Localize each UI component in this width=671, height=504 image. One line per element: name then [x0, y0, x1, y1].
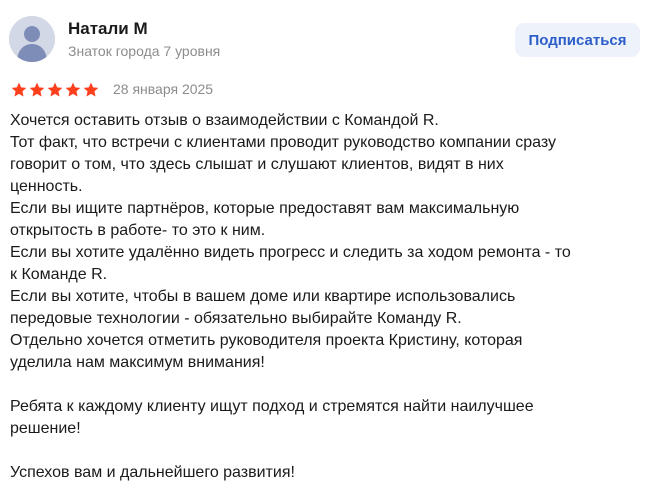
author-level: Знаток города 7 уровня	[68, 43, 221, 59]
review-text-line: Если вы хотите, чтобы в вашем доме или к…	[10, 288, 516, 305]
star-icon	[10, 81, 28, 99]
review-text-line: открытость в работе- то это к ним.	[10, 222, 266, 239]
review-text-line: Хочется оставить отзыв о взаимодействии …	[10, 112, 439, 129]
star-rating	[10, 80, 100, 100]
user-icon	[9, 16, 55, 62]
review-date: 28 января 2025	[113, 81, 214, 97]
review-text-line: говорит о том, что здесь слышат и слушаю…	[10, 156, 504, 173]
review-text-line: Успехов вам и дальнейшего развития!	[10, 464, 295, 481]
review-text-blank	[10, 440, 650, 462]
review-text-line: Ребята к каждому клиенту ищут подход и с…	[10, 398, 534, 415]
review-text-line: уделила нам максимум внимания!	[10, 354, 265, 371]
review-text-line: Отдельно хочется отметить руководителя п…	[10, 332, 523, 349]
author-name[interactable]: Натали М	[68, 19, 148, 39]
subscribe-button[interactable]: Подписаться	[515, 23, 640, 57]
review-text: Хочется оставить отзыв о взаимодействии …	[10, 110, 650, 484]
review-text-line: решение!	[10, 420, 81, 437]
review-text-blank	[10, 374, 650, 396]
review-card: Натали М Знаток города 7 уровня Подписат…	[0, 0, 671, 504]
review-text-line: передовые технологии - обязательно выбир…	[10, 310, 462, 327]
review-text-line: ценность.	[10, 178, 83, 195]
star-icon	[46, 81, 64, 99]
star-icon	[82, 81, 100, 99]
avatar[interactable]	[9, 16, 55, 62]
star-icon	[28, 81, 46, 99]
review-text-line: к Команде R.	[10, 266, 108, 283]
star-icon	[64, 81, 82, 99]
review-text-line: Тот факт, что встречи с клиентами провод…	[10, 134, 556, 151]
review-text-line: Если вы ищите партнёров, которые предост…	[10, 200, 520, 217]
review-text-line: Если вы хотите удалённо видеть прогресс …	[10, 244, 571, 261]
